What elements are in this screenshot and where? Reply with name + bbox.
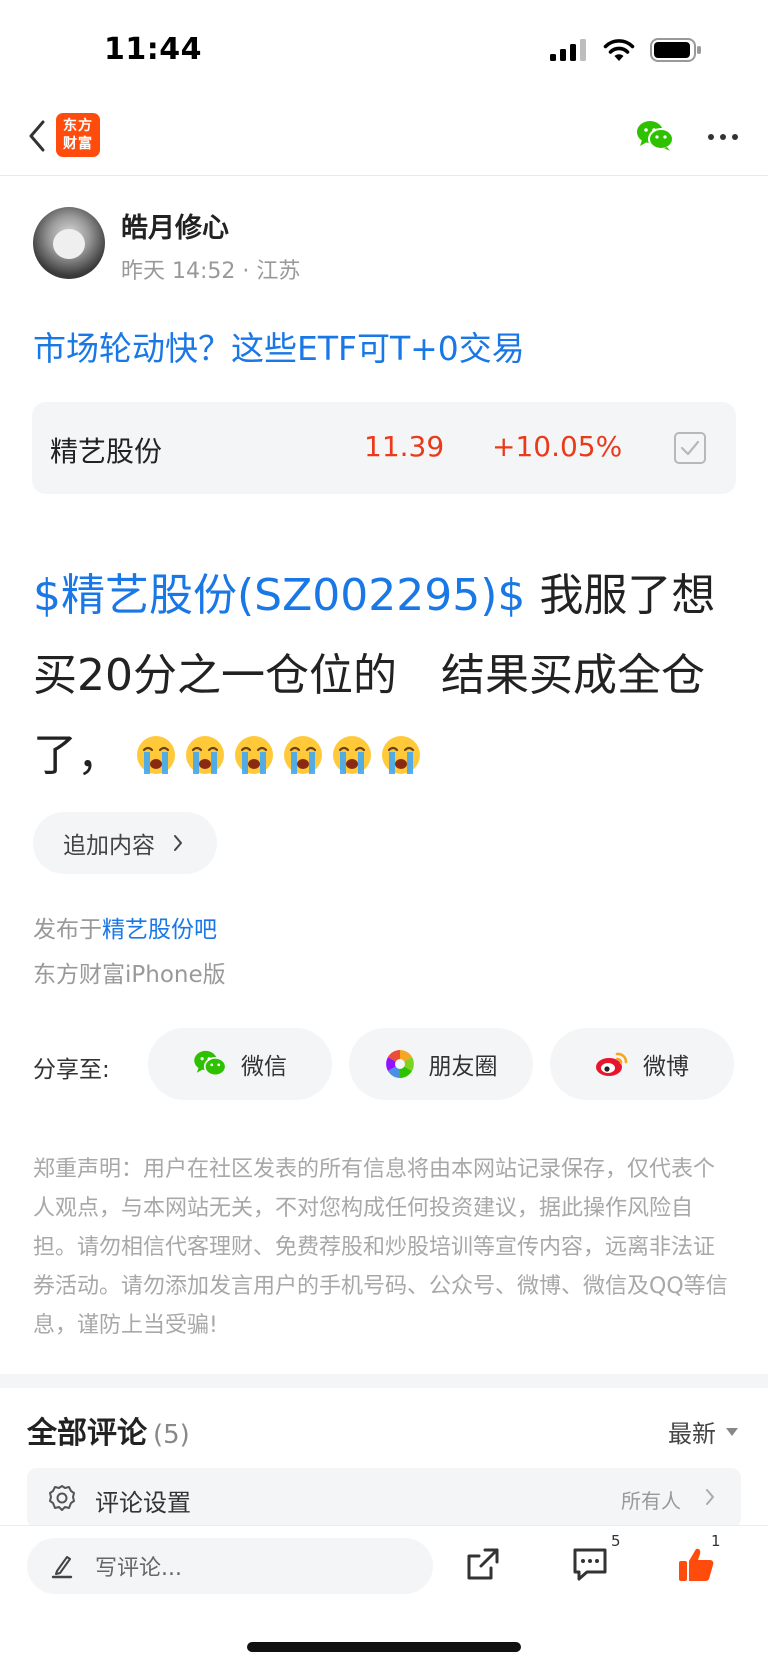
stock-quote-card[interactable]: 精艺股份 11.39 +10.05% (32, 402, 736, 494)
more-dot-icon (732, 134, 738, 140)
logo-line2: 财富 (63, 136, 93, 152)
pencil-icon (51, 1556, 73, 1579)
cellular-signal-icon (550, 39, 586, 61)
crying-face-emoji (331, 722, 373, 774)
comment-placeholder: 写评论... (95, 1556, 182, 1581)
home-indicator (247, 1642, 521, 1652)
crying-face-emoji (184, 722, 226, 774)
crying-face-emoji (135, 722, 177, 774)
battery-icon (650, 38, 701, 62)
status-bar: 11:44 (0, 0, 768, 100)
append-content-label: 追加内容 (63, 833, 155, 859)
gear-icon (49, 1485, 75, 1511)
comments-header: 全部评论 (5) (27, 1408, 190, 1452)
crying-face-emoji (233, 722, 275, 774)
comments-count: (5) (153, 1420, 190, 1450)
back-button[interactable] (22, 116, 52, 156)
caret-down-icon (726, 1427, 738, 1436)
share-moments-button[interactable]: 朋友圈 (349, 1028, 533, 1100)
chevron-right-icon (174, 835, 182, 851)
stock-change-percent: +10.05% (492, 430, 623, 463)
share-weibo-button[interactable]: 微博 (550, 1028, 734, 1100)
nav-bar: 东方 财富 (0, 100, 768, 176)
logo-line1: 东方 (63, 118, 93, 134)
add-watchlist-checkbox[interactable] (674, 432, 706, 464)
share-wechat-label: 微信 (241, 1054, 287, 1080)
share-wechat-button[interactable]: 微信 (148, 1028, 332, 1100)
crying-face-emoji (282, 722, 324, 774)
post-meta: 昨天 14:52 · 江苏 (121, 259, 301, 284)
disclaimer-text: 郑重声明：用户在社区发表的所有信息将由本网站记录保存，仅代表个人观点，与本网站无… (33, 1157, 728, 1338)
chevron-left-icon (29, 120, 45, 152)
sort-label: 最新 (668, 1420, 716, 1448)
share-moments-label: 朋友圈 (428, 1054, 498, 1080)
more-options-button[interactable] (708, 122, 738, 152)
chevron-right-icon (706, 1489, 714, 1505)
comment-bubble-icon (573, 1548, 607, 1581)
crying-face-emoji (380, 722, 422, 774)
checkmark-icon (680, 440, 700, 456)
share-weibo-label: 微博 (643, 1054, 689, 1080)
more-dot-icon (720, 134, 726, 140)
stock-name: 精艺股份 (50, 435, 163, 468)
thumbs-up-icon (679, 1548, 714, 1581)
published-in: 发布于精艺股份吧 (33, 910, 217, 944)
share-label: 分享至: (33, 1057, 110, 1083)
share-icon (467, 1548, 499, 1580)
section-divider (0, 1374, 768, 1388)
like-count-badge: 1 (711, 1532, 721, 1550)
promo-title-link[interactable]: 市场轮动快？这些ETF可T+0交易 (33, 322, 525, 370)
comment-settings-label: 评论设置 (95, 1489, 191, 1517)
published-prefix: 发布于 (33, 917, 102, 943)
like-button[interactable]: 1 (677, 1532, 721, 1588)
stock-price: 11.39 (364, 430, 445, 463)
comment-settings-value: 所有人 (621, 1489, 681, 1513)
post-body: $精艺股份(SZ002295)$ 我服了想买20分之一仓位的 结果买成全仓了， (33, 556, 743, 796)
eastmoney-logo[interactable]: 东方 财富 (56, 113, 100, 157)
author-name[interactable]: 皓月修心 (121, 206, 229, 245)
emoji-row (135, 730, 429, 781)
wechat-share-button[interactable] (636, 120, 674, 156)
write-comment-input[interactable]: 写评论... (27, 1538, 433, 1594)
append-content-button[interactable]: 追加内容 (33, 812, 217, 874)
status-time: 11:44 (104, 32, 202, 67)
moments-icon (385, 1050, 414, 1078)
wifi-icon (603, 39, 635, 61)
comments-title: 全部评论 (27, 1416, 147, 1451)
stock-bar-link[interactable]: 精艺股份吧 (102, 917, 217, 943)
post-page: 11:44 东方 财富 皓月修心 昨天 14:52 · 江苏 市场轮动快？这些E… (0, 0, 768, 1665)
more-dot-icon (708, 134, 714, 140)
weibo-icon (596, 1052, 628, 1076)
author-avatar[interactable] (33, 207, 105, 279)
comments-button[interactable]: 5 (571, 1532, 621, 1586)
client-source: 东方财富iPhone版 (33, 962, 226, 988)
wechat-icon (637, 121, 674, 151)
share-button[interactable] (465, 1546, 501, 1586)
comment-settings-row[interactable]: 评论设置 所有人 (27, 1468, 741, 1528)
wechat-icon (194, 1050, 227, 1077)
comment-count-badge: 5 (611, 1532, 621, 1550)
stock-mention-link[interactable]: $精艺股份(SZ002295)$ (33, 570, 525, 621)
comment-sort-dropdown[interactable]: 最新 (668, 1414, 738, 1449)
status-icons (550, 38, 702, 62)
